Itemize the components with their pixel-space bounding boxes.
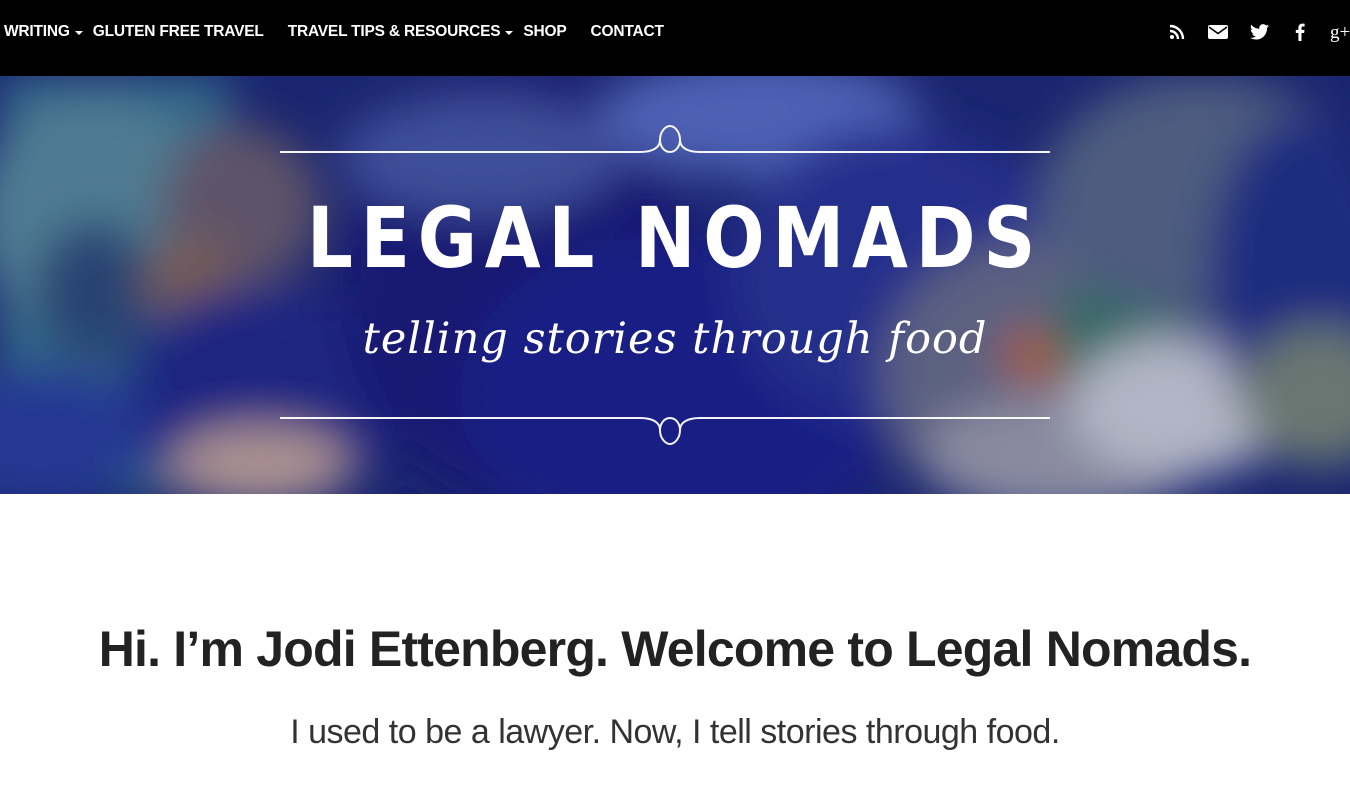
google-plus-icon[interactable]: g+ — [1330, 21, 1350, 43]
site-tagline: telling stories through food — [362, 314, 988, 364]
caret-down-icon — [74, 31, 83, 35]
nav-item-travel-tips-resources[interactable]: Travel Tips & Resources — [288, 23, 514, 41]
nav-item-contact[interactable]: Contact — [591, 23, 664, 41]
nav-item-writing-label: Writing — [4, 23, 70, 40]
nav-item-shop-label: Shop — [523, 23, 567, 40]
nav-item-gluten-free-travel-label: Gluten Free Travel — [92, 23, 264, 40]
intro-subheading: I used to be a lawyer. Now, I tell stori… — [290, 713, 1060, 751]
twitter-icon[interactable] — [1248, 21, 1270, 43]
nav-item-shop[interactable]: Shop — [523, 23, 566, 41]
nav-item-gluten-free-travel[interactable]: Gluten Free Travel — [93, 23, 264, 41]
envelope-icon[interactable] — [1207, 21, 1229, 43]
site-title[interactable]: LEGAL NOMADS — [95, 192, 1256, 285]
nav-item-contact-label: Contact — [590, 23, 664, 40]
hero-banner: LEGAL NOMADS telling stories through foo… — [0, 76, 1350, 494]
caret-down-icon — [505, 31, 514, 35]
main-menu: Writing Gluten Free Travel Travel Tips &… — [0, 0, 688, 64]
nav-item-travel-tips-label: Travel Tips & Resources — [287, 23, 501, 40]
top-navigation-bar: Writing Gluten Free Travel Travel Tips &… — [0, 0, 1350, 76]
nav-item-writing[interactable]: Writing — [4, 23, 83, 41]
intro-heading: Hi. I’m Jodi Ettenberg. Welcome to Legal… — [98, 621, 1252, 677]
social-links: g+ — [1166, 0, 1350, 64]
rss-icon[interactable] — [1166, 21, 1188, 43]
facebook-icon[interactable] — [1289, 21, 1311, 43]
